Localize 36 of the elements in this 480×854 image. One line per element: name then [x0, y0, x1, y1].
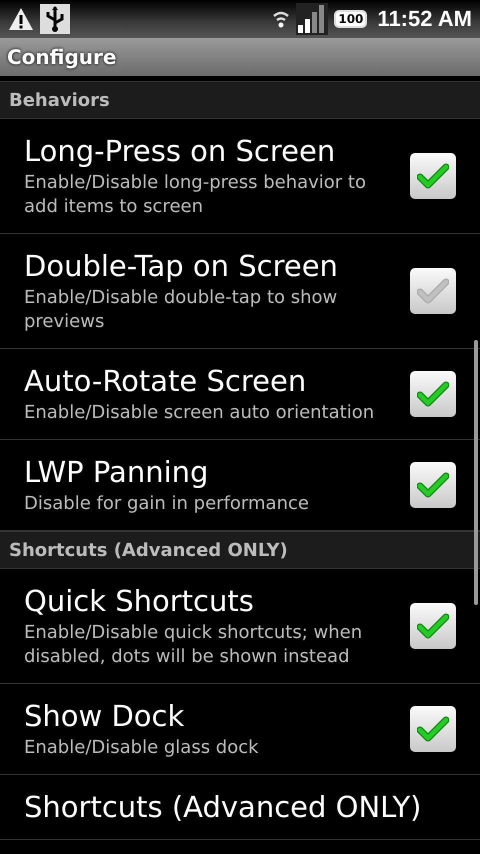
setting-summary: Enable/Disable double-tap to show previews — [24, 286, 338, 334]
setting-row[interactable]: Shortcuts (Advanced ONLY) — [0, 775, 480, 840]
checkbox[interactable] — [410, 603, 456, 649]
check-icon — [417, 716, 449, 742]
setting-summary: Disable for gain in performance — [24, 492, 310, 516]
setting-title: Quick Shortcuts — [24, 583, 255, 619]
window-title: Configure — [7, 45, 116, 69]
checkbox[interactable] — [410, 462, 456, 508]
setting-title: Auto-Rotate Screen — [24, 363, 308, 399]
setting-title: LWP Panning — [24, 454, 210, 490]
setting-summary: Enable/Disable screen auto orientation — [24, 401, 376, 425]
setting-row[interactable]: Quick Shortcuts Enable/Disable quick shortcuts; when disabled, dots will be shown instead — [0, 569, 480, 684]
check-icon — [417, 472, 449, 498]
check-icon — [417, 613, 449, 639]
setting-row[interactable]: Long-Press on Screen Enable/Disable long-press behavior to add items to screen — [0, 119, 480, 234]
setting-row[interactable]: Show Dock Enable/Disable glass dock — [0, 684, 480, 775]
setting-summary: Enable/Disable quick shortcuts; when disabled, dots will be shown instead — [24, 621, 364, 669]
checkbox[interactable] — [410, 371, 456, 417]
usb-icon — [40, 4, 70, 34]
check-icon — [417, 381, 449, 407]
checkbox[interactable] — [410, 153, 456, 199]
check-icon — [417, 278, 449, 304]
setting-summary: Enable/Disable long-press behavior to add items to screen — [24, 171, 367, 219]
setting-summary: Enable/Disable glass dock — [24, 736, 260, 760]
section-header: Shortcuts (Advanced ONLY) — [0, 531, 480, 569]
setting-title: Shortcuts (Advanced ONLY) — [24, 789, 422, 825]
setting-title: Long-Press on Screen — [24, 133, 336, 169]
warning-icon — [8, 7, 34, 31]
clock-time: 11:52 AM — [377, 6, 472, 32]
section-header: Behaviors — [0, 81, 480, 119]
battery-level: 100 — [334, 10, 368, 28]
setting-title: Show Dock — [24, 698, 186, 734]
setting-title: Double-Tap on Screen — [24, 248, 339, 284]
checkbox[interactable] — [410, 706, 456, 752]
check-icon — [417, 163, 449, 189]
signal-icon — [296, 3, 328, 35]
